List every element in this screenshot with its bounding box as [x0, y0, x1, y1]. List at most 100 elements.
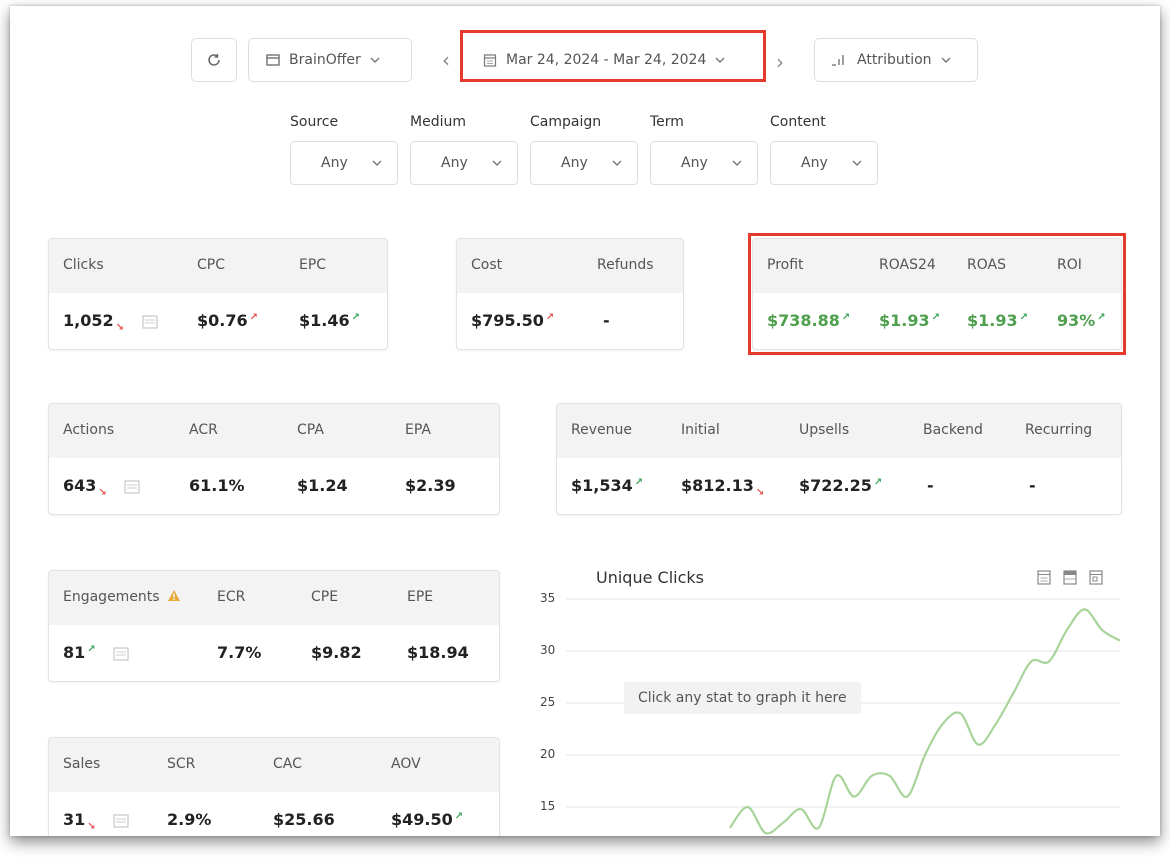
table-icon[interactable] — [142, 315, 158, 329]
aov-value-cell: $49.50 ↗ — [391, 810, 463, 829]
unique-clicks-series-line[interactable] — [729, 608, 1121, 835]
chevron-down-icon — [732, 160, 742, 166]
epc-value-cell: $1.46 ↗ — [299, 311, 360, 330]
filter-select[interactable]: Any — [290, 141, 398, 185]
scr-value[interactable]: 2.9% — [167, 810, 211, 829]
dashboard-frame: BrainOffer ‹ Mar 24, 2024 - Mar 24, 2024… — [10, 6, 1160, 836]
refresh-button[interactable] — [191, 38, 237, 82]
cost-value-cell: $795.50 ↗ — [471, 311, 554, 330]
calendar-week-icon[interactable] — [1062, 568, 1078, 586]
engagements-header-cell: Engagements — [63, 589, 181, 605]
acr-header: ACR — [189, 422, 218, 438]
revenue-value[interactable]: $1,534 — [571, 476, 633, 495]
date-range-highlight — [460, 30, 766, 82]
scr-header: SCR — [167, 756, 196, 772]
initial-value-cell: $812.13 ↘ — [681, 476, 764, 498]
ecr-value[interactable]: 7.7% — [217, 643, 261, 662]
chevron-down-icon — [852, 160, 862, 166]
chart-title: Unique Clicks — [596, 568, 704, 587]
chart-y-tick-label: 15 — [540, 799, 556, 813]
recurring-value[interactable]: - — [1029, 476, 1036, 495]
filter-label: Medium — [410, 114, 466, 130]
filter-label: Term — [650, 114, 684, 130]
chevron-down-icon — [612, 160, 622, 166]
sales-card[interactable]: Sales SCR CAC AOV 31 ↘ 2.9% $25.66 $49.50… — [48, 737, 500, 836]
acr-value[interactable]: 61.1% — [189, 476, 245, 495]
upsells-header: Upsells — [799, 422, 850, 438]
initial-value[interactable]: $812.13 — [681, 476, 754, 495]
filter-select[interactable]: Any — [650, 141, 758, 185]
upsells-value[interactable]: $722.25 — [799, 476, 872, 495]
filter-value: Any — [561, 155, 588, 171]
filter-label: Campaign — [530, 114, 602, 130]
chevron-down-icon — [492, 160, 502, 166]
engagements-value-cell: 81 ↗ — [63, 643, 129, 662]
prev-date-arrow[interactable]: ‹ — [442, 48, 450, 72]
aov-value[interactable]: $49.50 — [391, 810, 453, 829]
trend-up-icon: ↗ — [351, 311, 360, 323]
traffic-card[interactable]: Clicks CPC EPC 1,052 ↘ $0.76 ↗ $1.46 ↗ — [48, 238, 388, 350]
offer-select[interactable]: BrainOffer — [248, 38, 412, 82]
next-date-arrow[interactable]: › — [776, 50, 784, 74]
chart-y-tick-label: 20 — [540, 747, 556, 761]
engagements-value[interactable]: 81 — [63, 643, 85, 662]
calendar-day-icon[interactable] — [1036, 568, 1052, 586]
filter-value: Any — [681, 155, 708, 171]
epa-value[interactable]: $2.39 — [405, 476, 456, 495]
card-header — [49, 404, 499, 458]
filter-value: Any — [321, 155, 348, 171]
backend-header: Backend — [923, 422, 983, 438]
window-icon — [266, 54, 280, 66]
epe-header: EPE — [407, 589, 434, 605]
actions-card[interactable]: Actions ACR CPA EPA 643 ↘ 61.1% $1.24 $2.… — [48, 403, 500, 515]
clicks-header: Clicks — [63, 257, 104, 273]
epe-value[interactable]: $18.94 — [407, 643, 469, 662]
actions-value[interactable]: 643 — [63, 476, 96, 495]
cac-value[interactable]: $25.66 — [273, 810, 335, 829]
filter-label: Source — [290, 114, 339, 130]
profit-highlight — [748, 233, 1126, 355]
filter-select[interactable]: Any — [410, 141, 518, 185]
clicks-value[interactable]: 1,052 — [63, 311, 114, 330]
epc-header: EPC — [299, 257, 327, 273]
cpc-value[interactable]: $0.76 — [197, 311, 248, 330]
cost-value[interactable]: $795.50 — [471, 311, 544, 330]
trend-up-icon: ↗ — [873, 476, 883, 488]
sales-value[interactable]: 31 — [63, 810, 85, 829]
trend-up-icon: ↗ — [634, 476, 644, 488]
sales-header: Sales — [63, 756, 101, 772]
sales-value-cell: 31 ↘ — [63, 810, 129, 832]
calendar-month-icon[interactable] — [1088, 568, 1104, 586]
trend-up-icon: ↗ — [454, 810, 464, 822]
engagements-header: Engagements — [63, 589, 160, 605]
filter-select[interactable]: Any — [770, 141, 878, 185]
cpa-value[interactable]: $1.24 — [297, 476, 348, 495]
cpa-header: CPA — [297, 422, 324, 438]
table-icon[interactable] — [113, 814, 129, 828]
trend-down-icon: ↘ — [755, 487, 765, 499]
refunds-value[interactable]: - — [603, 311, 610, 330]
trend-down-icon: ↘ — [115, 322, 124, 334]
trend-up-icon: ↗ — [87, 643, 96, 655]
ecr-header: ECR — [217, 589, 246, 605]
cost-card[interactable]: Cost Refunds $795.50 ↗ - — [456, 238, 684, 350]
attribution-select[interactable]: Attribution — [814, 38, 978, 82]
engagements-card[interactable]: Engagements ECR CPE EPE 81 ↗ 7.7% $9.82 $… — [48, 570, 500, 682]
table-icon[interactable] — [113, 647, 129, 661]
revenue-header: Revenue — [571, 422, 632, 438]
table-icon[interactable] — [124, 480, 140, 494]
chart-y-tick-label: 25 — [540, 695, 556, 709]
epc-value[interactable]: $1.46 — [299, 311, 350, 330]
refresh-icon — [208, 54, 220, 66]
cpc-value-cell: $0.76 ↗ — [197, 311, 258, 330]
trend-down-icon: ↘ — [87, 821, 96, 833]
filter-select[interactable]: Any — [530, 141, 638, 185]
revenue-value-cell: $1,534 ↗ — [571, 476, 643, 495]
chart-hint: Click any stat to graph it here — [624, 682, 861, 714]
revenue-card[interactable]: Revenue Initial Upsells Backend Recurrin… — [556, 403, 1122, 515]
refunds-header: Refunds — [597, 257, 654, 273]
backend-value[interactable]: - — [927, 476, 934, 495]
warning-icon[interactable] — [167, 589, 181, 602]
cpe-value[interactable]: $9.82 — [311, 643, 362, 662]
initial-header: Initial — [681, 422, 720, 438]
